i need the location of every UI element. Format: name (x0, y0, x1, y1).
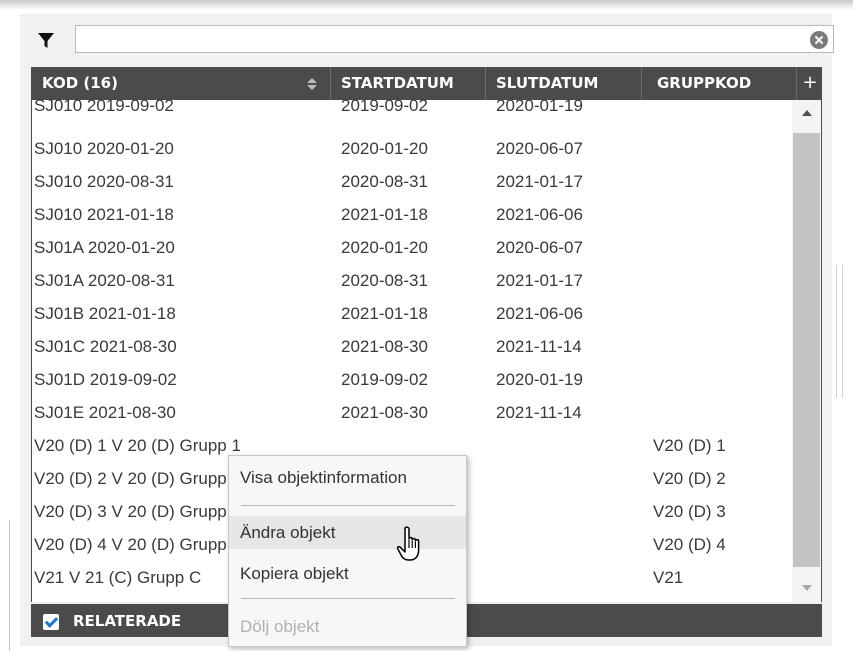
cell-kod: SJ01B 2021-01-18 (34, 304, 176, 323)
cell-grupp: V20 (D) 4 (653, 535, 726, 554)
cell-grupp: V20 (D) 1 (653, 436, 726, 455)
cell-slut: 2021-01-17 (496, 172, 583, 191)
cell-kod: SJ010 2020-01-20 (34, 139, 174, 158)
sort-updown-icon[interactable] (307, 78, 317, 90)
vertical-scrollbar[interactable] (792, 100, 821, 602)
cell-kod: SJ01A 2020-08-31 (34, 271, 175, 290)
menu-item-andra-objekt[interactable]: Ändra objekt (229, 516, 466, 549)
cell-kod: V20 (D) 4 V 20 (D) Grupp 4 (34, 535, 241, 554)
scrollbar-thumb[interactable] (793, 133, 820, 567)
top-shadow (0, 0, 853, 10)
cell-kod: V20 (D) 1 V 20 (D) Grupp 1 (34, 436, 241, 455)
cell-grupp: V20 (D) 2 (653, 469, 726, 488)
related-label: RELATERADE (73, 612, 182, 630)
menu-item-kopiera-objekt[interactable]: Kopiera objekt (229, 557, 466, 590)
cell-grupp: V21 (653, 568, 684, 587)
table-row[interactable]: SJ01D 2019-09-02 2019-09-02 2020-01-19 (32, 364, 792, 397)
cell-kod: SJ01D 2019-09-02 (34, 370, 177, 389)
cell-kod: SJ010 2021-01-18 (34, 205, 174, 224)
cell-start: 2020-01-20 (341, 139, 428, 158)
cell-kod: SJ01C 2021-08-30 (34, 337, 177, 356)
cell-start: 2019-09-02 (341, 96, 428, 115)
cell-start: 2021-08-30 (341, 337, 428, 356)
cell-grupp: V20 (D) 3 (653, 502, 726, 521)
cell-slut: 2020-06-07 (496, 139, 583, 158)
filter-icon[interactable] (36, 30, 56, 50)
cell-slut: 2021-11-14 (496, 337, 582, 356)
menu-separator (241, 598, 455, 599)
clear-circle-icon[interactable] (810, 31, 828, 49)
table-row[interactable]: SJ010 2020-01-20 2020-01-20 2020-06-07 (32, 133, 792, 166)
cell-slut: 2021-06-06 (496, 205, 583, 224)
table-row[interactable]: SJ010 2020-08-31 2020-08-31 2021-01-17 (32, 166, 792, 199)
cell-start: 2021-08-30 (341, 403, 428, 422)
cell-kod: SJ010 2020-08-31 (34, 172, 174, 191)
menu-item-visa-objektinformation[interactable]: Visa objektinformation (229, 461, 466, 494)
cell-kod: SJ01E 2021-08-30 (34, 403, 176, 422)
cell-kod: SJ01A 2020-01-20 (34, 238, 175, 257)
cell-slut: 2020-01-19 (496, 370, 583, 389)
cell-kod: V21 V 21 (C) Grupp C (34, 568, 202, 587)
related-checkbox[interactable] (43, 614, 59, 630)
table-row[interactable]: SJ01E 2021-08-30 2021-08-30 2021-11-14 (32, 397, 792, 430)
table-row[interactable]: SJ010 2019-09-02 2019-09-02 2020-01-19 (32, 96, 792, 133)
resize-grip-line[interactable] (836, 265, 837, 398)
add-column-button[interactable]: + (797, 67, 821, 100)
menu-item-dolj-objekt: Dölj objekt (240, 617, 320, 636)
context-menu: Visa objektinformation Ändra objekt Kopi… (228, 455, 467, 647)
cell-slut: 2021-01-17 (496, 271, 583, 290)
column-header-gruppkod[interactable]: GRUPPKOD (642, 67, 797, 100)
column-header-gruppkod-label: GRUPPKOD (657, 74, 752, 92)
hand-pointer-icon (396, 526, 420, 561)
cell-slut: 2020-06-07 (496, 238, 583, 257)
cell-kod: V20 (D) 2 V 20 (D) Grupp 2 (34, 469, 241, 488)
cell-start: 2020-08-31 (341, 172, 428, 191)
table-row[interactable]: SJ01B 2021-01-18 2021-01-18 2021-06-06 (32, 298, 792, 331)
cell-slut: 2020-01-19 (496, 96, 583, 115)
cell-start: 2019-09-02 (341, 370, 428, 389)
cell-kod: V20 (D) 3 V 20 (D) Grupp 3 (34, 502, 241, 521)
table-row[interactable]: SJ01A 2020-01-20 2020-01-20 2020-06-07 (32, 232, 792, 265)
table-row[interactable]: SJ010 2021-01-18 2021-01-18 2021-06-06 (32, 199, 792, 232)
menu-separator (241, 505, 455, 506)
cell-start: 2021-01-18 (341, 304, 428, 323)
table-row[interactable]: SJ01A 2020-08-31 2020-08-31 2021-01-17 (32, 265, 792, 298)
cell-start: 2021-01-18 (341, 205, 428, 224)
filter-input[interactable] (75, 25, 834, 53)
scroll-up-arrow-icon[interactable] (802, 110, 812, 116)
cell-slut: 2021-11-14 (496, 403, 582, 422)
table-row[interactable]: SJ01C 2021-08-30 2021-08-30 2021-11-14 (32, 331, 792, 364)
scroll-down-arrow-icon[interactable] (802, 585, 812, 591)
resize-grip-line[interactable] (842, 265, 843, 398)
cell-slut: 2021-06-06 (496, 304, 583, 323)
cell-kod: SJ010 2019-09-02 (34, 96, 174, 115)
left-edge-line (9, 520, 10, 651)
cell-start: 2020-01-20 (341, 238, 428, 257)
cell-start: 2020-08-31 (341, 271, 428, 290)
